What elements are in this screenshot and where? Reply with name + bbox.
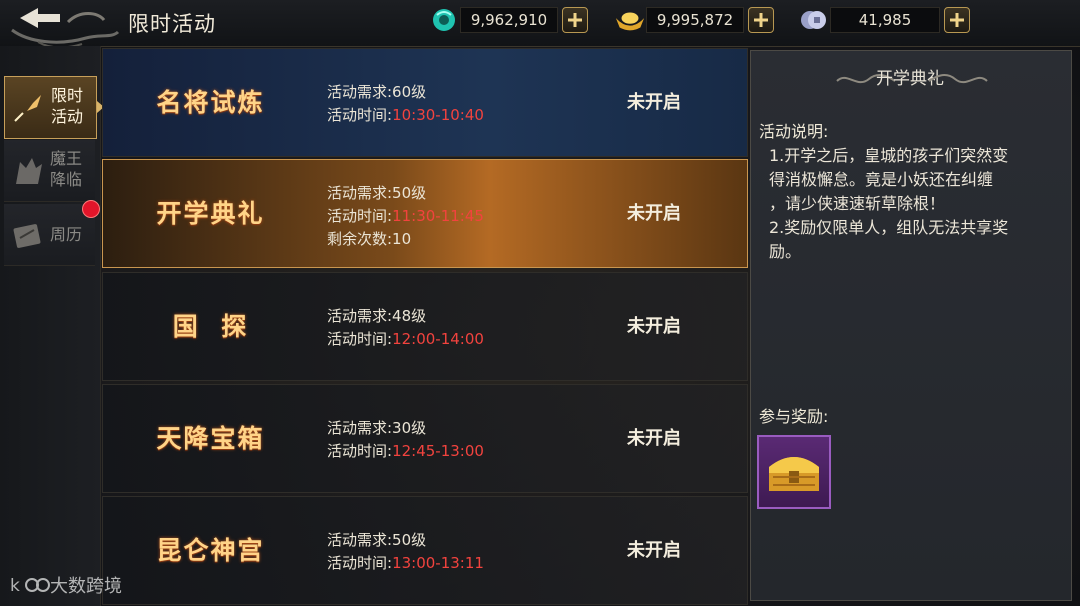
activity-time-label: 活动时间: <box>327 106 393 124</box>
sidebar-item-weekly-calendar[interactable]: 周历 <box>4 204 95 266</box>
sidebar-item-limited-activity[interactable]: 限时 活动 <box>4 76 104 139</box>
activity-remaining: 剩余次数:10 <box>327 230 412 248</box>
back-arrow-icon <box>11 8 120 49</box>
plus-icon <box>950 13 964 27</box>
activity-status: 未开启 <box>627 92 681 113</box>
activity-name: 国 探 <box>172 312 249 341</box>
add-jade-button[interactable] <box>562 7 588 33</box>
svg-text:k: k <box>10 576 20 596</box>
activity-row[interactable]: 天降宝箱 活动需求:30级 活动时间:12:45-13:00 未开启 <box>102 384 748 493</box>
activity-requirement: 活动需求:60级 <box>327 83 427 101</box>
activity-info: 活动需求:60级 活动时间:10:30-10:40 <box>327 81 484 127</box>
silver-coin-icon <box>798 6 830 34</box>
activity-name: 名将试炼 <box>156 88 265 117</box>
jade-icon <box>428 6 460 34</box>
activity-detail-panel: 开学典礼 活动说明: 1.开学之后，皇城的孩子们突然变 得消极懈怠。竟是小妖还在… <box>750 50 1072 601</box>
activity-info: 活动需求:50级 活动时间:13:00-13:11 <box>327 529 484 575</box>
watermark-logo-icon: k <box>10 576 50 596</box>
activity-status: 未开启 <box>627 540 681 561</box>
sidebar-item-demon-descent[interactable]: 魔王 降临 <box>4 140 95 202</box>
watermark-text: 大数跨境 <box>50 576 122 597</box>
watermark: k 大数跨境 <box>10 572 122 598</box>
description-line: 得消极懈怠。竟是小妖还在纠缠 <box>769 170 994 189</box>
back-button[interactable] <box>8 2 120 52</box>
calendar-scroll-icon <box>13 224 41 248</box>
sidebar-item-label: 限时 活动 <box>51 86 84 126</box>
description-label: 活动说明: <box>759 122 829 141</box>
activity-name: 开学典礼 <box>156 199 265 228</box>
activity-info: 活动需求:48级 活动时间:12:00-14:00 <box>327 305 484 351</box>
activity-list: 名将试炼 活动需求:60级 活动时间:10:30-10:40 未开启 开学典礼 … <box>102 48 748 606</box>
reward-label: 参与奖励: <box>759 407 829 426</box>
activity-requirement: 活动需求:30级 <box>327 419 427 437</box>
activity-time: 12:45-13:00 <box>392 442 484 460</box>
currency-jade: 9,962,910 <box>428 6 588 34</box>
activity-time-label: 活动时间: <box>327 207 393 225</box>
gold-ingot-icon <box>614 6 646 34</box>
activity-name: 昆仑神宫 <box>156 536 265 565</box>
plus-icon <box>754 13 768 27</box>
currency-silver: 41,985 <box>798 6 970 34</box>
plus-icon <box>568 13 582 27</box>
activity-status: 未开启 <box>627 203 681 224</box>
activity-status: 未开启 <box>627 316 681 337</box>
activity-time: 12:00-14:00 <box>392 330 484 348</box>
activity-description: 1.开学之后，皇城的孩子们突然变 得消极懈怠。竟是小妖还在纠缠 ，请少侠速速斩草… <box>769 144 1059 264</box>
treasure-chest-icon <box>769 457 819 491</box>
activity-info: 活动需求:50级 活动时间:11:30-11:45 剩余次数:10 <box>327 182 484 251</box>
activity-time-label: 活动时间: <box>327 330 393 348</box>
silver-amount: 41,985 <box>830 7 940 33</box>
activity-row[interactable]: 昆仑神宫 活动需求:50级 活动时间:13:00-13:11 未开启 <box>102 496 748 605</box>
page-title: 限时活动 <box>128 12 216 36</box>
description-line: 励。 <box>769 242 802 261</box>
activity-time-label: 活动时间: <box>327 554 393 572</box>
sidebar-item-label: 周历 <box>50 225 83 244</box>
activity-status: 未开启 <box>627 428 681 449</box>
description-line: 1.开学之后，皇城的孩子们突然变 <box>769 146 1009 165</box>
currency-gold: 9,995,872 <box>614 6 774 34</box>
reward-item[interactable] <box>757 435 831 509</box>
activity-time-label: 活动时间: <box>327 442 393 460</box>
sidebar-item-label: 魔王 降临 <box>50 149 83 189</box>
activity-row[interactable]: 开学典礼 活动需求:50级 活动时间:11:30-11:45 剩余次数:10 未… <box>102 159 748 268</box>
description-line: 2.奖励仅限单人，组队无法共享奖 <box>769 218 1009 237</box>
demon-icon <box>16 158 42 184</box>
activity-time: 11:30-11:45 <box>392 207 484 225</box>
activity-time: 13:00-13:11 <box>392 554 484 572</box>
activity-row[interactable]: 国 探 活动需求:48级 活动时间:12:00-14:00 未开启 <box>102 272 748 381</box>
activity-row[interactable]: 名将试炼 活动需求:60级 活动时间:10:30-10:40 未开启 <box>102 48 748 157</box>
sidebar: 限时 活动 魔王 降临 周历 <box>0 46 104 606</box>
quill-icon <box>14 95 41 122</box>
title-ornament-right-icon <box>928 74 988 84</box>
add-silver-button[interactable] <box>944 7 970 33</box>
activity-requirement: 活动需求:48级 <box>327 307 427 325</box>
top-bar: 限时活动 9,962,910 9,995,872 41,985 <box>0 0 1080 49</box>
gold-amount: 9,995,872 <box>646 7 744 33</box>
activity-info: 活动需求:30级 活动时间:12:45-13:00 <box>327 417 484 463</box>
description-line: ，请少侠速速斩草除根！ <box>769 194 946 213</box>
add-gold-button[interactable] <box>748 7 774 33</box>
activity-time: 10:30-10:40 <box>392 106 484 124</box>
activity-name: 天降宝箱 <box>156 424 265 453</box>
activity-requirement: 活动需求:50级 <box>327 184 427 202</box>
activity-requirement: 活动需求:50级 <box>327 531 427 549</box>
jade-amount: 9,962,910 <box>460 7 558 33</box>
notification-badge <box>82 200 100 218</box>
